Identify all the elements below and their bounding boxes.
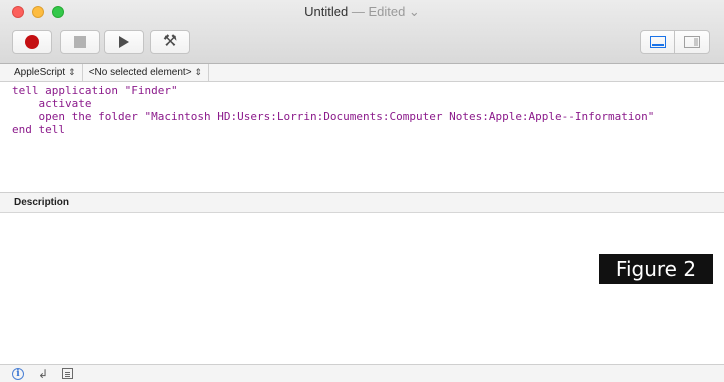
language-label: AppleScript <box>14 67 66 78</box>
stop-button[interactable] <box>60 30 100 54</box>
show-side-pane-button[interactable] <box>675 30 710 54</box>
return-icon[interactable]: ↲ <box>38 368 48 380</box>
language-selector[interactable]: AppleScript ⇕ <box>0 63 83 82</box>
code-line[interactable]: end tell <box>12 123 724 136</box>
navigation-bar: AppleScript ⇕ <No selected element> ⇕ <box>0 63 724 82</box>
description-pane[interactable] <box>0 213 724 365</box>
compile-button[interactable]: ⚒ <box>150 30 190 54</box>
figure-caption: Figure 2 <box>599 254 713 284</box>
updown-chevron-icon: ⇕ <box>194 67 203 77</box>
bottom-bar: i ↲ <box>0 364 724 382</box>
play-icon <box>119 36 129 48</box>
show-bottom-pane-button[interactable] <box>640 30 675 54</box>
updown-chevron-icon: ⇕ <box>68 67 76 77</box>
element-label: <No selected element> <box>88 67 192 78</box>
window-title: Untitled — Edited ⌄ <box>0 4 724 20</box>
list-icon[interactable] <box>62 368 74 379</box>
edited-status[interactable]: — Edited ⌄ <box>348 4 420 19</box>
info-icon[interactable]: i <box>12 367 24 380</box>
document-name: Untitled <box>304 4 349 19</box>
view-toggle <box>640 30 710 54</box>
run-button[interactable] <box>104 30 144 54</box>
description-header: Description <box>0 192 724 213</box>
side-pane-icon <box>684 36 700 48</box>
code-line[interactable]: activate <box>12 97 724 110</box>
hammer-icon: ⚒ <box>162 33 178 50</box>
code-line[interactable]: tell application "Finder" <box>12 84 724 97</box>
bottom-pane-icon <box>649 36 666 48</box>
record-button[interactable] <box>12 30 52 54</box>
script-editor[interactable]: tell application "Finder" activate open … <box>0 82 724 192</box>
code-line[interactable]: open the folder "Macintosh HD:Users:Lorr… <box>12 110 724 123</box>
stop-icon <box>74 36 86 48</box>
description-title: Description <box>14 197 70 208</box>
record-icon <box>25 35 39 49</box>
title-bar: Untitled — Edited ⌄ ⚒ <box>0 0 724 64</box>
element-selector[interactable]: <No selected element> ⇕ <box>83 63 210 82</box>
